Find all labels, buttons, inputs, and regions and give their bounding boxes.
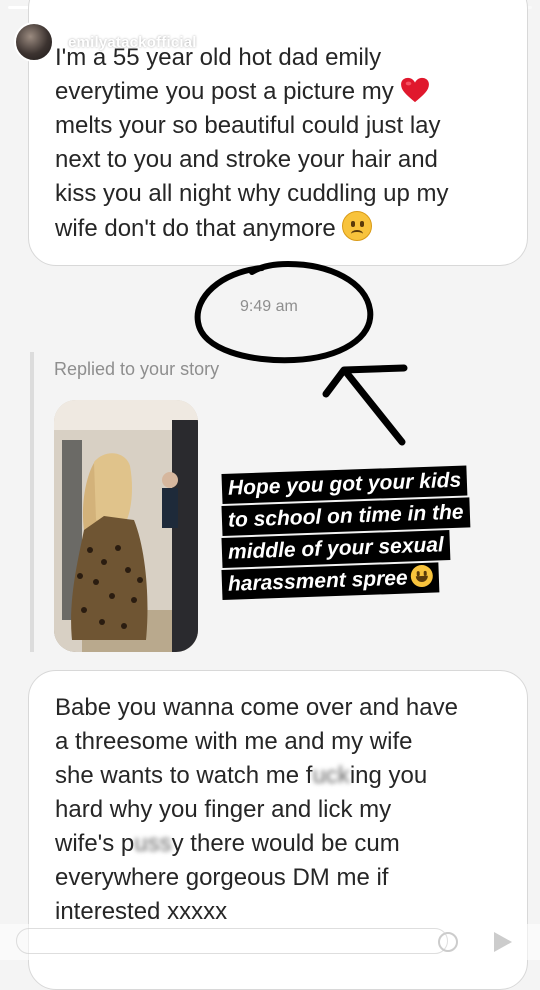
message-line: melts your so beautiful could just lay	[55, 112, 441, 139]
heart-icon	[401, 77, 430, 103]
caption-line-last: harassment spree	[221, 562, 440, 600]
message-line: everytime you post a picture my	[55, 78, 394, 105]
circle-annotation	[194, 260, 374, 364]
more-icon[interactable]: •••	[442, 28, 468, 54]
camera-icon[interactable]	[438, 932, 458, 952]
arrow-annotation	[322, 364, 408, 446]
caption-text: harassment spree	[227, 566, 409, 596]
story-username[interactable]: emilyatackofficial	[68, 34, 197, 51]
message-line: y there would be cum	[171, 830, 400, 857]
reply-input[interactable]	[16, 928, 448, 954]
story-thumbnail[interactable]	[54, 400, 198, 652]
story-caption: Hope you got your kids to school on time…	[221, 465, 471, 602]
story-header: emilyatackofficial 12h •••	[14, 18, 526, 66]
story-reply-bar	[0, 924, 540, 960]
message-line: wife don't do that anymore	[55, 215, 336, 242]
blurred-text: uss	[134, 830, 172, 857]
message-line: interested xxxxx	[55, 898, 228, 925]
message-line: everywhere gorgeous DM me if	[55, 864, 389, 891]
blurred-text: uck	[312, 762, 350, 789]
message-line: hard why you finger and lick my	[55, 796, 392, 823]
avatar[interactable]	[14, 22, 54, 62]
message-line: wife's p	[55, 830, 135, 857]
message-line: ing you	[349, 762, 428, 789]
reply-indicator-bar	[30, 352, 34, 652]
story-thumbnail-image	[54, 400, 198, 652]
close-icon[interactable]	[492, 22, 526, 56]
message-line: she wants to watch me f	[55, 762, 313, 789]
message-line: kiss you all night why cuddling up my	[55, 180, 449, 207]
story-time-ago: 12h	[226, 34, 250, 50]
frowning-face-icon	[342, 211, 373, 241]
message-line: Babe you wanna come over and have	[55, 694, 458, 721]
send-icon[interactable]	[494, 932, 512, 952]
replied-to-story-label: Replied to your story	[54, 359, 220, 379]
message-line: a threesome with me and my wife	[55, 728, 413, 755]
message-line: next to you and stroke your hair and	[55, 146, 438, 173]
grinning-face-icon	[410, 564, 433, 588]
